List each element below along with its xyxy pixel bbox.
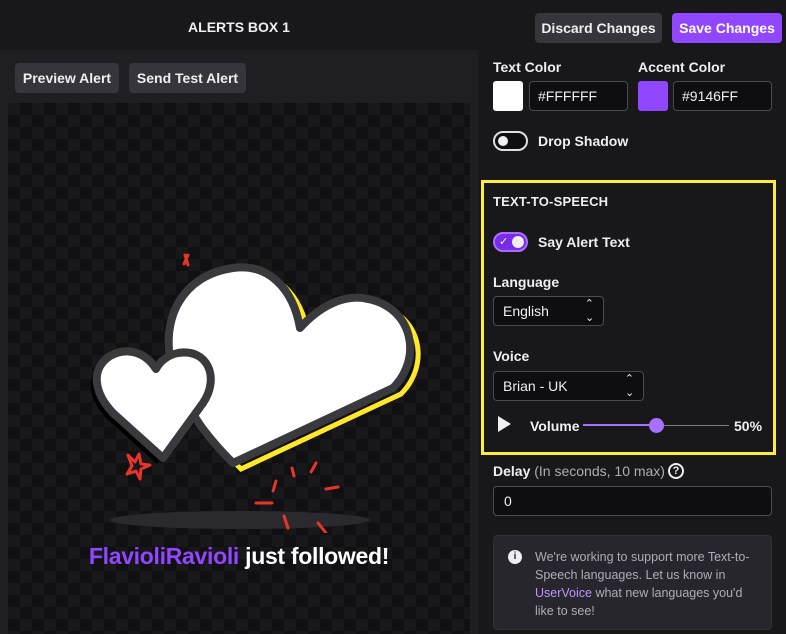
delay-label: Delay (In seconds, 10 max) [493, 463, 665, 479]
uservoice-link[interactable]: UserVoice [535, 586, 592, 600]
volume-value: 50% [734, 418, 763, 434]
alert-preview-canvas: FlavioliRavioli just followed! [8, 103, 470, 634]
accent-color-label: Accent Color [638, 59, 726, 75]
send-test-alert-button[interactable]: Send Test Alert [129, 63, 246, 93]
accent-color-input[interactable]: #9146FF [673, 81, 772, 111]
voice-label: Voice [493, 348, 530, 364]
language-select[interactable]: English ⌃ ⌃ [493, 296, 604, 326]
toggle-knob [498, 136, 508, 146]
volume-slider-fill [583, 424, 656, 426]
alert-username: FlavioliRavioli [88, 543, 240, 569]
settings-panel: Text Color #FFFFFF Accent Color #9146FF … [478, 50, 786, 634]
tts-info-box: i We're working to support more Text-to-… [493, 535, 772, 630]
top-bar: ALERTS BOX 1 Discard Changes Save Change… [0, 0, 786, 50]
chevron-up-down-icon: ⌃ ⌃ [584, 298, 594, 322]
page-title: ALERTS BOX 1 [188, 19, 290, 35]
alert-message-text: just followed! [239, 543, 390, 569]
drop-shadow-label: Drop Shadow [538, 133, 629, 149]
check-icon: ✓ [499, 236, 509, 248]
voice-value: Brian - UK [503, 378, 568, 394]
ground-shadow [110, 511, 370, 529]
info-text: We're working to support more Text-to-Sp… [535, 548, 763, 620]
alert-message: FlavioliRavioli just followed! [8, 543, 470, 570]
save-changes-button[interactable]: Save Changes [672, 13, 782, 43]
info-text-start: We're working to support more Text-to-Sp… [535, 550, 750, 582]
small-heart [92, 347, 215, 462]
hearts-graphic [90, 253, 421, 533]
delay-input[interactable]: 0 [493, 486, 772, 516]
drop-shadow-toggle[interactable] [493, 131, 528, 151]
delay-label-text: Delay [493, 463, 531, 479]
delay-hint: (In seconds, 10 max) [534, 463, 665, 479]
language-value: English [503, 303, 549, 319]
volume-label: Volume [530, 418, 580, 434]
discard-changes-button[interactable]: Discard Changes [535, 13, 662, 43]
preview-alert-button[interactable]: Preview Alert [15, 63, 119, 93]
language-label: Language [493, 274, 560, 290]
say-alert-text-label: Say Alert Text [538, 234, 630, 250]
say-alert-text-toggle[interactable]: ✓ [493, 232, 528, 252]
voice-select[interactable]: Brian - UK ⌃ ⌃ [493, 371, 644, 401]
info-circle-icon: i [508, 550, 522, 564]
question-circle-icon[interactable]: ? [668, 463, 684, 479]
text-color-input[interactable]: #FFFFFF [529, 81, 628, 111]
text-color-label: Text Color [493, 59, 562, 75]
accent-color-swatch[interactable] [638, 81, 668, 111]
volume-slider-thumb[interactable] [648, 418, 664, 433]
chevron-up-down-icon: ⌃ ⌃ [624, 373, 634, 397]
text-color-swatch[interactable] [493, 81, 523, 111]
preview-panel: Preview Alert Send Test Alert FlavioliRa… [0, 50, 478, 634]
toggle-knob [512, 236, 524, 248]
play-icon[interactable] [498, 416, 511, 432]
tts-section-title: TEXT-TO-SPEECH [493, 194, 609, 209]
